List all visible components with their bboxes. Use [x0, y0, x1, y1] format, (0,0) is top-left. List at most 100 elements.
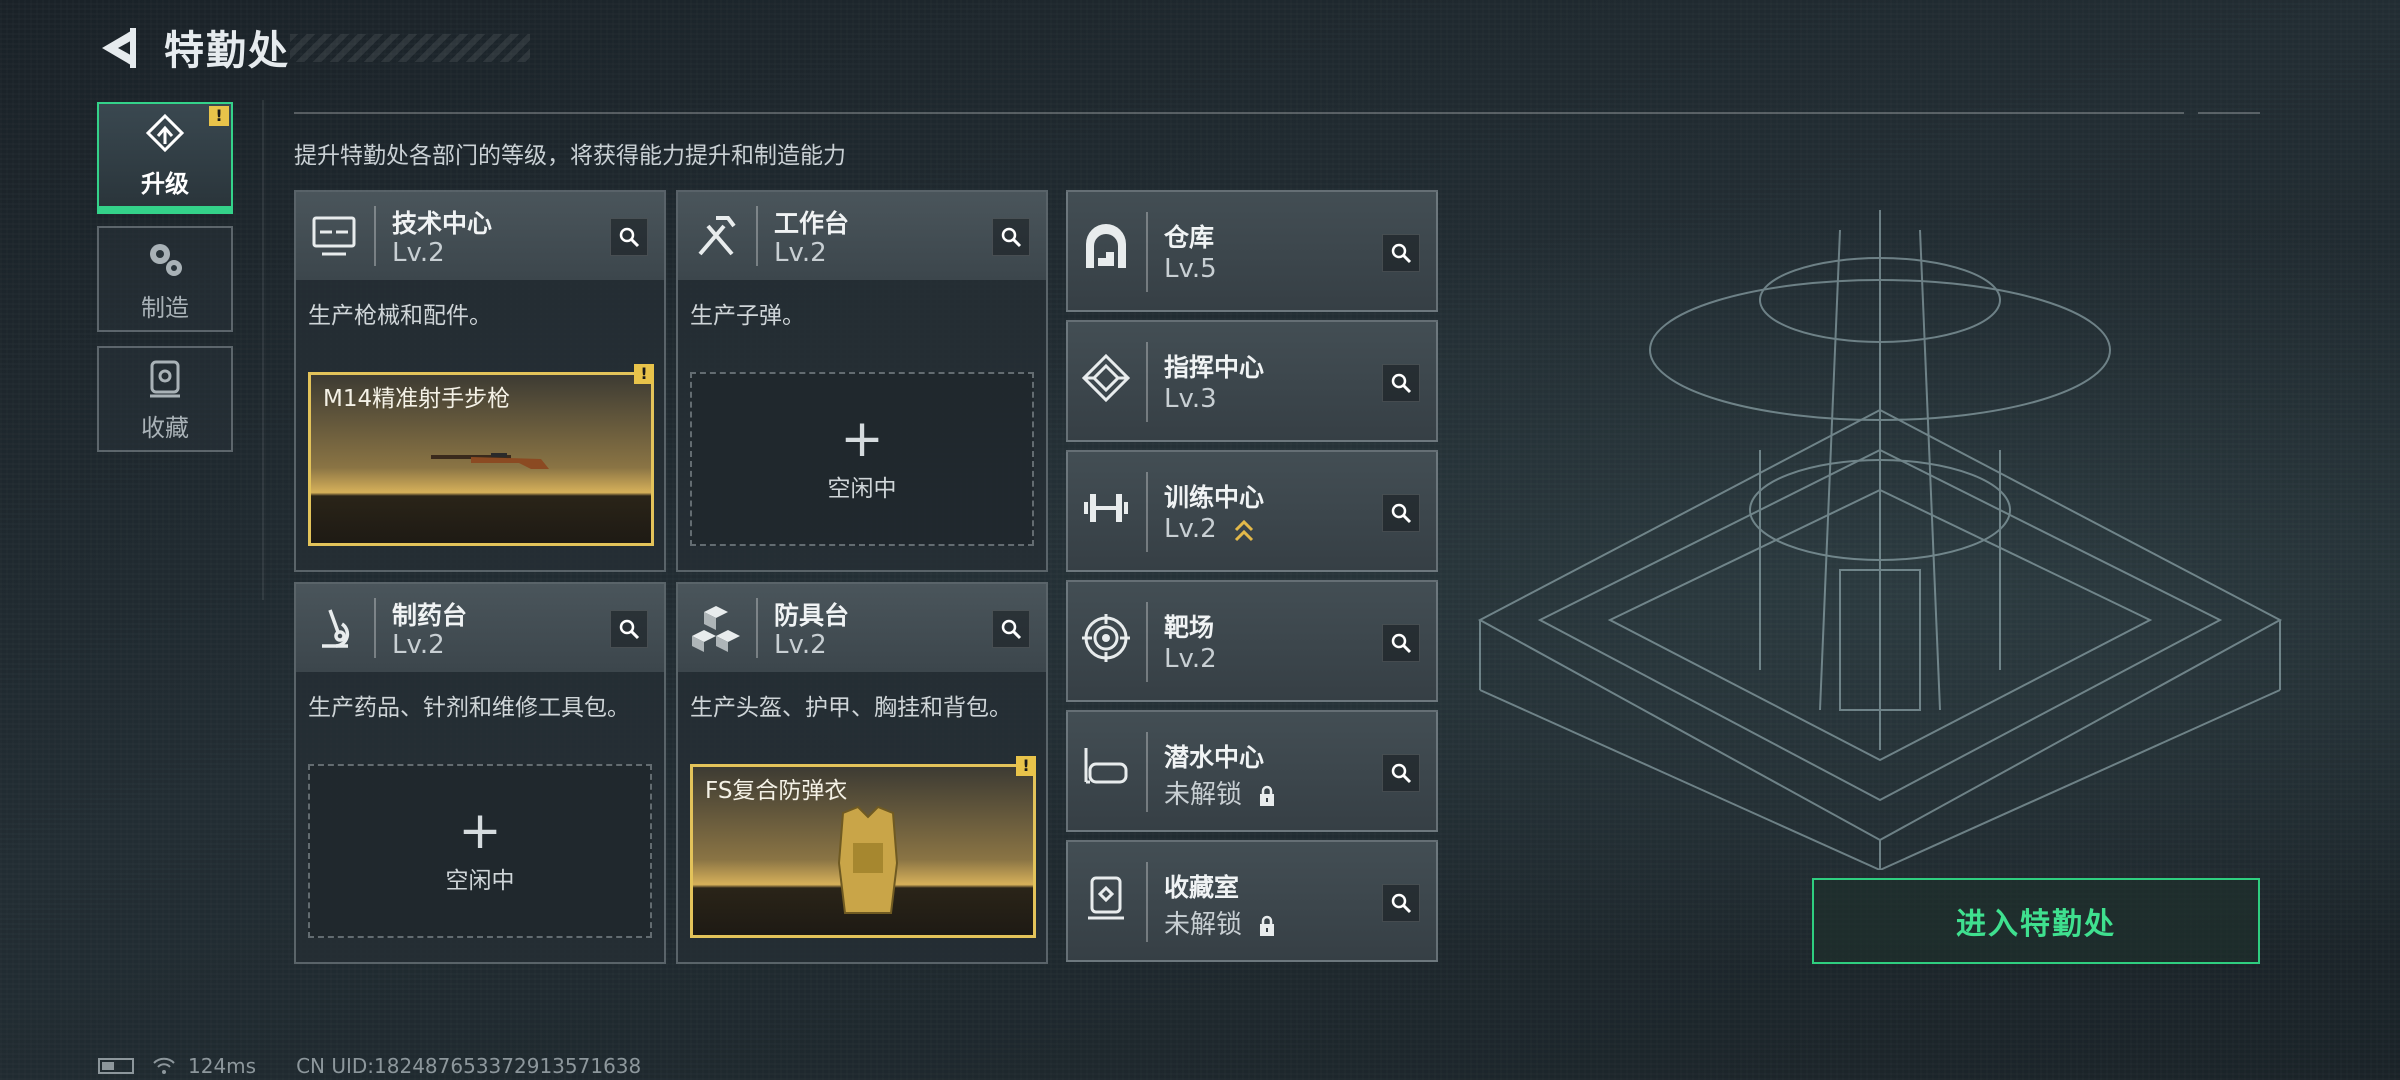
card-name: 技术中心 — [392, 209, 493, 238]
card-separator — [374, 206, 376, 266]
card-separator — [1146, 472, 1148, 552]
ping-text: 124ms — [188, 1054, 257, 1078]
tab-collection[interactable]: 收藏 — [97, 346, 233, 452]
uid-text: CN UID:18248765337291357163​8 — [296, 1054, 642, 1078]
search-icon — [1391, 373, 1412, 394]
department-card-command-center[interactable]: 指挥中心 Lv.3 — [1066, 320, 1438, 442]
card-name: 工作台 — [774, 209, 850, 238]
idle-slot[interactable]: + 空闲中 — [308, 764, 652, 938]
production-slot[interactable]: FS复合防弹衣 — [690, 764, 1036, 938]
department-card-collection-room[interactable]: 收藏室 未解锁 — [1066, 840, 1438, 962]
wifi-icon — [153, 1057, 175, 1074]
item-name: M14精准射手步枪 — [323, 386, 511, 412]
department-card-tech-center[interactable]: 技术中心 Lv.2 生产枪械和配件。 M14精准射手步枪 ! — [294, 190, 666, 572]
card-separator — [1146, 342, 1148, 422]
header-divider — [294, 112, 2184, 114]
card-description: 生产药品、针剂和维修工具包。 — [308, 695, 630, 721]
tab-craft[interactable]: 制造 — [97, 226, 233, 332]
tab-upgrade[interactable]: 升级 ! — [97, 102, 233, 214]
card-separator — [1146, 862, 1148, 942]
idle-slot[interactable]: + 空闲中 — [690, 372, 1034, 546]
idle-text: 空闲中 — [445, 868, 515, 894]
card-level: Lv.2 — [392, 630, 445, 660]
display-case-icon — [1088, 876, 1124, 920]
tab-collection-label: 收藏 — [141, 413, 189, 442]
lock-icon — [1260, 915, 1275, 936]
body-armor-icon — [837, 805, 899, 914]
card-separator — [374, 598, 376, 658]
card-name: 收藏室 — [1164, 873, 1240, 902]
plus-icon: + — [840, 409, 884, 469]
card-level: Lv.2 — [392, 238, 445, 268]
plus-icon: + — [458, 801, 502, 861]
card-level: Lv.3 — [1164, 384, 1217, 414]
search-button[interactable] — [1382, 884, 1420, 922]
computer-icon — [312, 216, 356, 256]
department-card-armor-bench[interactable]: 防具台 Lv.2 生产头盔、护甲、胸挂和背包。 FS复合防弹衣 ! — [676, 582, 1048, 964]
card-name: 靶场 — [1164, 613, 1215, 642]
lock-icon — [1260, 785, 1275, 806]
search-icon — [1391, 763, 1412, 784]
title-decoration — [290, 34, 530, 62]
search-button[interactable] — [1382, 494, 1420, 532]
battery-icon — [98, 1058, 134, 1074]
department-card-pharmacy[interactable]: 制药台 Lv.2 生产药品、针剂和维修工具包。 + 空闲中 — [294, 582, 666, 964]
card-description: 生产头盔、护甲、胸挂和背包。 — [690, 695, 1012, 721]
card-name: 训练中心 — [1164, 483, 1265, 512]
department-card-workbench[interactable]: 工作台 Lv.2 生产子弹。 + 空闲中 — [676, 190, 1048, 572]
divider — [262, 100, 264, 600]
idle-text: 空闲中 — [827, 476, 897, 502]
card-status-row: 未解锁 — [1164, 904, 1276, 941]
dumbbell-icon — [1084, 494, 1128, 522]
department-card-diving-center[interactable]: 潜水中心 未解锁 — [1066, 710, 1438, 832]
card-name: 制药台 — [392, 601, 468, 630]
back-arrow-icon[interactable] — [96, 24, 144, 72]
locked-text: 未解锁 — [1164, 910, 1243, 940]
warehouse-icon — [1086, 224, 1126, 268]
command-emblem-icon — [1081, 353, 1131, 403]
card-level-row: Lv.2 — [1164, 514, 1255, 544]
card-level: Lv.2 — [774, 238, 827, 268]
target-icon — [1082, 614, 1130, 662]
tab-upgrade-label: 升级 — [141, 169, 189, 198]
search-button[interactable] — [1382, 234, 1420, 272]
card-separator — [1146, 602, 1148, 682]
search-icon — [1391, 633, 1412, 654]
cubes-icon — [692, 606, 740, 652]
building-artwork — [1477, 210, 2283, 870]
search-button[interactable] — [610, 610, 648, 648]
department-card-training-center[interactable]: 训练中心 Lv.2 — [1066, 450, 1438, 572]
search-icon — [1391, 243, 1412, 264]
upgrade-icon — [145, 113, 185, 152]
search-button[interactable] — [1382, 624, 1420, 662]
card-separator — [1146, 732, 1148, 812]
locked-text: 未解锁 — [1164, 780, 1243, 810]
item-name: FS复合防弹衣 — [705, 778, 848, 804]
enter-agency-button[interactable]: 进入特勤处 — [1812, 878, 2260, 964]
card-status-row: 未解锁 — [1164, 774, 1276, 811]
card-separator — [756, 598, 758, 658]
alert-badge: ! — [634, 364, 654, 384]
search-icon — [1001, 227, 1022, 248]
production-slot[interactable]: M14精准射手步枪 — [308, 372, 654, 546]
department-card-warehouse[interactable]: 仓库 Lv.5 — [1066, 190, 1438, 312]
search-button[interactable] — [610, 218, 648, 256]
card-separator — [1146, 212, 1148, 292]
card-level: Lv.2 — [774, 630, 827, 660]
search-button[interactable] — [992, 218, 1030, 256]
department-card-shooting-range[interactable]: 靶场 Lv.2 — [1066, 580, 1438, 702]
hammer-wrench-icon — [698, 216, 736, 256]
search-icon — [1391, 893, 1412, 914]
card-level: Lv.5 — [1164, 254, 1217, 284]
card-description: 生产子弹。 — [690, 303, 805, 329]
search-button[interactable] — [1382, 754, 1420, 792]
search-button[interactable] — [1382, 364, 1420, 402]
search-button[interactable] — [992, 610, 1030, 648]
search-icon — [619, 227, 640, 248]
alert-badge: ! — [1016, 756, 1036, 776]
status-bar: 124ms CN UID:18248765337291357163​8 — [98, 1054, 681, 1078]
display-case-icon — [150, 360, 180, 397]
card-level: Lv.2 — [1164, 514, 1217, 544]
card-name: 潜水中心 — [1164, 743, 1265, 772]
page-title: 特勤处 — [164, 28, 290, 74]
